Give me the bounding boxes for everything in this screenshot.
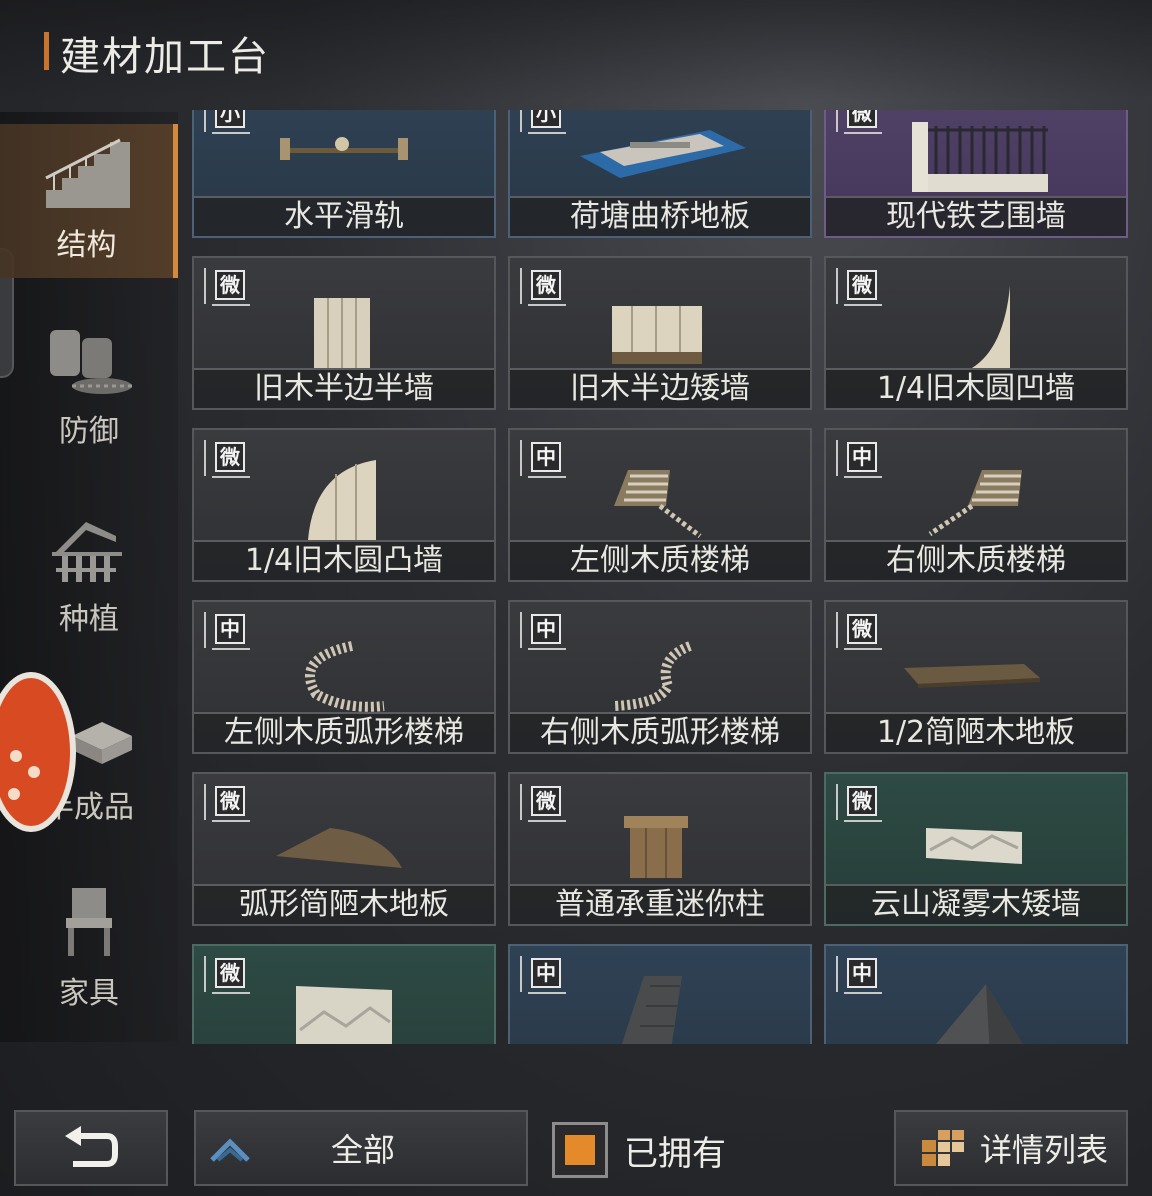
item-card[interactable]: 小 荷塘曲桥地板 [508,110,812,238]
item-thumbnail [904,664,1040,688]
item-name: 左侧木质楼梯 [510,540,810,580]
category-furniture[interactable]: 家具 [0,872,178,1026]
item-thumbnail [280,137,408,160]
item-card[interactable]: 微 1/2简陋木地板 [824,600,1128,754]
owned-checkbox[interactable] [552,1122,608,1178]
item-name: 普通承重迷你柱 [510,884,810,924]
filter-dropdown[interactable]: 全部 [194,1110,528,1186]
title-accent-bar [44,32,49,70]
item-card[interactable]: 微 现代铁艺围墙 [824,110,1128,238]
item-name: 右侧木质楼梯 [826,540,1126,580]
fab-dot [10,750,22,762]
detail-list-button[interactable]: 详情列表 [894,1110,1128,1186]
item-thumbnail [276,828,402,868]
detail-list-label: 详情列表 [980,1131,1109,1169]
item-name: 旧木半边矮墙 [510,368,810,408]
category-label-farming: 种植 [59,602,119,637]
grid-list-icon [922,1130,964,1166]
item-card[interactable]: 中 右侧木质弧形楼梯 [508,600,812,754]
item-thumbnail [314,298,370,368]
item-thumbnail [972,286,1010,368]
barricade-icon [50,330,132,394]
chair-icon [66,888,112,956]
item-thumbnail [912,122,1048,192]
item-card[interactable]: 微 弧形简陋木地板 [192,772,496,926]
item-card[interactable]: 微 [192,944,496,1044]
item-name: 水平滑轨 [194,196,494,236]
category-label-defense: 防御 [59,414,119,449]
item-card[interactable]: 微 1/4旧木圆凹墙 [824,256,1128,410]
filter-label: 全部 [330,1131,395,1169]
item-thumbnail [614,470,702,538]
item-name: 1/4旧木圆凸墙 [194,540,494,580]
item-name: 云山凝雾木矮墙 [826,884,1126,924]
farm-icon [52,522,122,582]
item-card[interactable]: 中 [508,944,812,1044]
item-card[interactable]: 微 旧木半边矮墙 [508,256,812,410]
item-card[interactable]: 小 水平滑轨 [192,110,496,238]
category-label-structure: 结构 [56,228,117,263]
stairs-icon [44,138,130,208]
owned-filter[interactable]: 已拥有 [552,1120,726,1180]
item-grid: 小 水平滑轨 小 荷塘曲桥地板 微 现代铁艺围墙 微 旧木半边半墙 微 旧木半边… [190,110,1130,1044]
item-name: 荷塘曲桥地板 [510,196,810,236]
item-name: 弧形简陋木地板 [194,884,494,924]
item-name: 旧木半边半墙 [194,368,494,408]
item-name: 1/2简陋木地板 [826,712,1126,752]
item-thumbnail [621,976,682,1044]
category-farming[interactable]: 种植 [0,498,178,652]
item-card[interactable]: 中 [824,944,1128,1044]
category-structure[interactable]: 结构 [0,124,178,278]
item-thumbnail [296,986,392,1044]
item-card[interactable]: 微 云山凝雾木矮墙 [824,772,1128,926]
category-label-furniture: 家具 [59,976,119,1011]
item-name: 现代铁艺围墙 [826,196,1126,236]
item-card[interactable]: 中 左侧木质弧形楼梯 [192,600,496,754]
fab-dot [8,788,20,800]
owned-label: 已拥有 [624,1133,726,1174]
item-card[interactable]: 微 普通承重迷你柱 [508,772,812,926]
category-defense[interactable]: 防御 [0,310,178,464]
item-thumbnail [305,641,385,712]
item-card[interactable]: 微 旧木半边半墙 [192,256,496,410]
fab-dot [28,766,40,778]
item-card[interactable]: 中 左侧木质楼梯 [508,428,812,582]
item-thumbnail [613,641,692,711]
item-thumbnail [612,306,702,364]
back-button[interactable] [14,1110,168,1186]
item-thumbnail [624,816,688,878]
item-thumbnail [580,130,746,178]
item-thumbnail [926,828,1022,864]
item-name: 1/4旧木圆凹墙 [826,368,1126,408]
item-thumbnail [928,470,1022,537]
item-card[interactable]: 中 右侧木质楼梯 [824,428,1128,582]
page-title: 建材加工台 [60,34,270,80]
item-thumbnail [308,460,376,540]
return-arrow-icon [65,1126,118,1167]
item-thumbnail [936,984,1023,1044]
item-name: 左侧木质弧形楼梯 [194,712,494,752]
item-name: 右侧木质弧形楼梯 [510,712,810,752]
item-card[interactable]: 微 1/4旧木圆凸墙 [192,428,496,582]
